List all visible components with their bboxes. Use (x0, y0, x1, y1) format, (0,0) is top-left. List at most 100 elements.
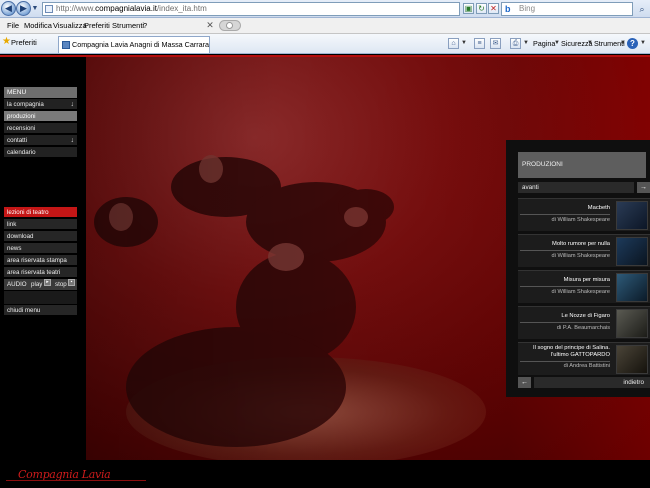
page-dropdown-icon: ▼ (554, 40, 560, 46)
production-title: Le Nozze di Figaro (561, 313, 610, 319)
production-card-molto-rumore[interactable]: Molto rumore per nulla di William Shakes… (518, 234, 650, 267)
menu-item-label: produzioni (7, 113, 36, 120)
menu-modifica[interactable]: Modifica (24, 21, 52, 30)
menu-strumenti[interactable]: Strumenti (112, 21, 144, 30)
toolbar-toggle[interactable] (219, 20, 241, 31)
home-icon[interactable]: ⌂ (448, 38, 459, 49)
close-icon[interactable]: ✕ (205, 20, 215, 31)
home-dropdown-icon[interactable]: ▼ (461, 40, 467, 46)
card-divider (520, 361, 610, 362)
menu-item-link[interactable]: link (4, 219, 77, 230)
back-button[interactable]: indietro (534, 377, 650, 388)
production-thumbnail (616, 237, 648, 266)
audio-play-label[interactable]: play (31, 279, 42, 290)
help-icon[interactable]: ? (627, 38, 638, 49)
production-card-gattopardo[interactable]: Il sogno del principe di Salina. l'ultim… (518, 342, 650, 375)
bing-icon: b (505, 4, 511, 14)
production-title-line2: l'ultimo GATTOPARDO (550, 352, 610, 358)
arrow-right-icon[interactable]: → (637, 182, 650, 193)
page-menu[interactable]: Pagina (533, 39, 555, 48)
mail-icon[interactable]: ✉ (490, 38, 501, 49)
production-title: Misura per misura (563, 277, 610, 283)
security-dropdown-icon: ▼ (587, 40, 593, 46)
menu-item-calendario[interactable]: calendario (4, 147, 77, 158)
menu-item-produzioni[interactable]: produzioni (4, 111, 77, 122)
production-thumbnail (616, 309, 648, 338)
menu-item-news[interactable]: news (4, 243, 77, 254)
page-icon (45, 5, 53, 13)
url-input[interactable]: http://www.compagnialavia.it/index_ita.h… (42, 2, 460, 16)
star-icon[interactable]: ★ (2, 36, 11, 48)
menu-item-recensioni[interactable]: recensioni (4, 123, 77, 134)
production-author: di William Shakespeare (551, 253, 610, 259)
url-prefix: http://www. (56, 4, 96, 13)
play-icon[interactable]: ▸ (44, 279, 51, 286)
print-icon[interactable]: ⎙ (510, 38, 521, 49)
address-bar-row: ◀ ▶ ▼ http://www.compagnialavia.it/index… (0, 0, 650, 18)
audio-stop-label[interactable]: stop (55, 279, 67, 290)
production-card-macbeth[interactable]: Macbeth di William Shakespeare (518, 198, 650, 231)
production-card-figaro[interactable]: Le Nozze di Figaro di P.A. Beaumarchais (518, 306, 650, 339)
card-divider (520, 286, 610, 287)
refresh-icon[interactable]: ↻ (476, 3, 487, 14)
production-thumbnail (616, 345, 648, 374)
menu-bar: File Modifica Visualizza Preferiti Strum… (0, 18, 650, 34)
production-thumbnail (616, 273, 648, 302)
production-title: Macbeth (587, 205, 610, 211)
production-author: di William Shakespeare (551, 289, 610, 295)
card-divider (520, 250, 610, 251)
close-menu-button[interactable]: chiudi menu (4, 305, 77, 316)
menu-item-contatti[interactable]: contatti ↓ (4, 135, 77, 146)
logo-underline (6, 480, 146, 481)
production-author: di P.A. Beaumarchais (556, 325, 610, 331)
production-card-misura[interactable]: Misura per misura di William Shakespeare (518, 270, 650, 303)
production-title-line1: Il sogno del principe di Salina. (532, 345, 610, 351)
tab-favicon-icon (62, 41, 70, 49)
audio-label: AUDIO (7, 281, 27, 288)
production-author: di Andrea Battistini (563, 363, 610, 369)
menu-item-label: la compagnia (7, 101, 44, 108)
production-thumbnail (616, 201, 648, 230)
arrow-down-icon: ↓ (70, 101, 75, 108)
search-icon[interactable]: ⌕ (636, 2, 648, 16)
menu-help[interactable]: ? (143, 21, 147, 30)
audio-spacer (4, 291, 77, 304)
favorites-button[interactable]: Preferiti (11, 38, 37, 47)
feeds-icon[interactable]: ≡ (474, 38, 485, 49)
menu-item-label: recensioni (7, 125, 36, 132)
menu-item-label: calendario (7, 149, 36, 156)
menu-item-label: contatti (7, 137, 27, 144)
history-dropdown-icon[interactable]: ▼ (31, 4, 39, 13)
stop-icon[interactable]: ✕ (488, 3, 499, 14)
forward-arrow-icon[interactable]: ▶ (16, 1, 31, 16)
card-divider (520, 214, 610, 215)
menu-item-la-compagnia[interactable]: la compagnia ↓ (4, 99, 77, 110)
menu-item-download[interactable]: download (4, 231, 77, 242)
card-divider (520, 322, 610, 323)
print-dropdown-icon[interactable]: ▼ (523, 40, 529, 46)
menu-item-lezioni-di-teatro[interactable]: lezioni di teatro (4, 207, 77, 218)
production-title: Molto rumore per nulla (552, 241, 610, 247)
stop-icon[interactable]: ▪ (68, 279, 75, 286)
help-dropdown-icon: ▼ (640, 40, 646, 46)
search-placeholder: Bing (519, 4, 536, 13)
footer: Compagnia Lavia (0, 460, 650, 488)
page-content: MENU la compagnia ↓ produzioni recension… (0, 55, 650, 488)
arrow-down-icon: ↓ (70, 137, 75, 144)
arrow-left-icon[interactable]: ← (518, 377, 531, 388)
audio-controls: AUDIO play ▸ stop ▪ (4, 279, 77, 290)
menu-file[interactable]: File (7, 21, 19, 30)
menu-preferiti[interactable]: Preferiti (84, 21, 110, 30)
url-suffix: /index_ita.htm (156, 4, 207, 13)
search-input[interactable]: b Bing (501, 2, 633, 16)
compatibility-icon[interactable]: ▣ (463, 3, 474, 14)
url-domain: compagnialavia.it (95, 4, 157, 13)
menu-item-area-stampa[interactable]: area riservata stampa (4, 255, 77, 266)
menu-item-area-teatri[interactable]: area riservata teatri (4, 267, 77, 278)
menu-visualizza[interactable]: Visualizza (53, 21, 87, 30)
tab-active[interactable]: Compagnia Lavia Anagni di Massa Carrara … (58, 36, 210, 53)
next-button[interactable]: avanti (518, 182, 634, 193)
productions-heading: PRODUZIONI (518, 152, 646, 178)
back-arrow-icon[interactable]: ◀ (1, 1, 16, 16)
tab-title: Compagnia Lavia Anagni di Massa Carrara … (72, 40, 210, 49)
